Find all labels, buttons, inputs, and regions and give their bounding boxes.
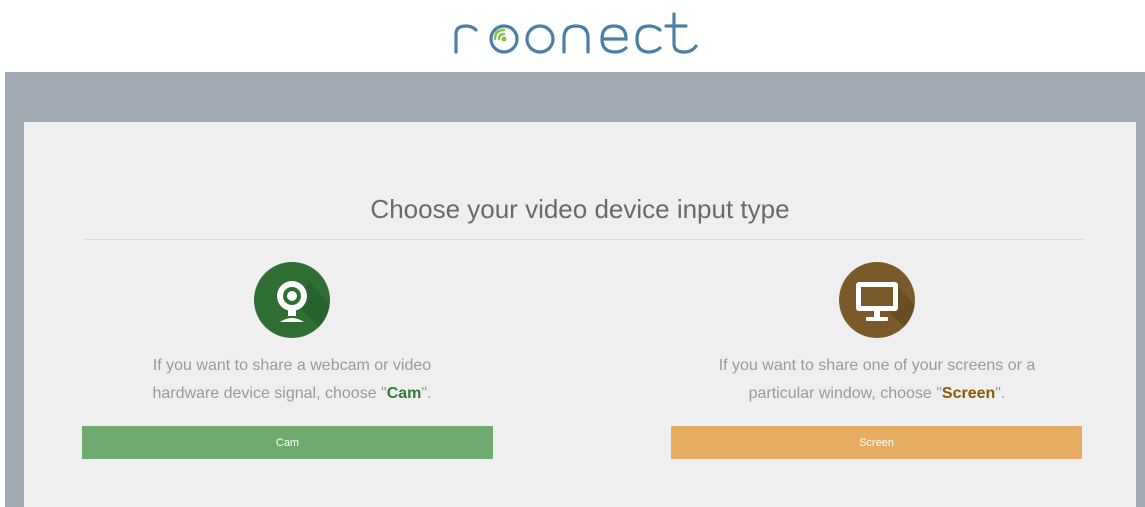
screen-option: If you want to share one of your screens… [667, 262, 1087, 408]
cam-description: If you want to share a webcam or video h… [82, 352, 502, 408]
cam-highlight: Cam [386, 385, 422, 402]
cam-button[interactable]: Cam [82, 426, 493, 459]
screen-desc-suffix: ". [995, 385, 1006, 402]
screen-description: If you want to share one of your screens… [667, 352, 1087, 408]
cam-desc-line1: If you want to share a webcam or video [152, 357, 432, 374]
dialog-title: Choose your video device input type [370, 194, 790, 224]
cam-option: If you want to share a webcam or video h… [82, 262, 502, 408]
brand-logo [452, 6, 712, 60]
screen-desc-line2: particular window, choose " [748, 385, 942, 402]
cam-desc-suffix: ". [421, 385, 432, 402]
webcam-icon [254, 262, 330, 338]
cam-desc-line2: hardware device signal, choose " [152, 385, 387, 402]
screen-highlight: Screen [941, 385, 996, 402]
divider [84, 239, 1084, 240]
header-bar [0, 0, 1145, 72]
screen-desc-line1: If you want to share one of your screens… [718, 357, 1036, 374]
device-type-dialog: Choose your video device input type If y… [24, 122, 1136, 507]
screen-button[interactable]: Screen [671, 426, 1082, 459]
monitor-icon [839, 262, 915, 338]
